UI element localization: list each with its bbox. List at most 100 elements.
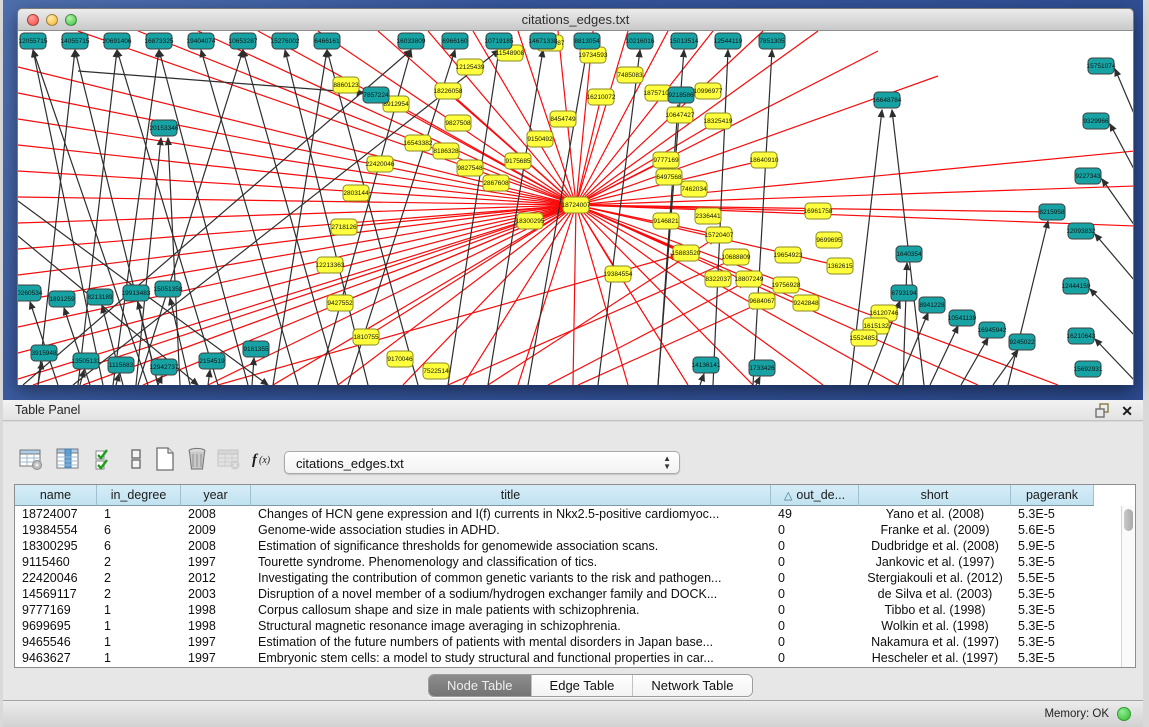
graph-node[interactable]: 15276002 xyxy=(271,33,300,49)
graph-node[interactable]: 15692931 xyxy=(1074,361,1103,377)
table-row[interactable]: 2242004622012Investigating the contribut… xyxy=(15,570,1121,586)
graph-node[interactable]: 18724007 xyxy=(562,197,591,213)
graph-node[interactable]: 9150492 xyxy=(527,131,553,147)
table-row[interactable]: 1938455462009Genome-wide association stu… xyxy=(15,522,1121,538)
graph-node[interactable]: 16210072 xyxy=(587,89,616,105)
column-header-pagerank[interactable]: pagerank xyxy=(1011,485,1094,506)
graph-node[interactable]: 18325419 xyxy=(704,113,733,129)
column-header-out_de[interactable]: △out_de... xyxy=(771,485,859,506)
graph-node[interactable]: 16210643 xyxy=(1067,328,1096,344)
create-table-icon[interactable] xyxy=(151,445,179,473)
graph-node[interactable]: 18300295 xyxy=(516,213,545,229)
graph-node[interactable]: 7851305 xyxy=(759,33,785,49)
graph-node[interactable]: 15883520 xyxy=(672,245,701,261)
graph-node[interactable]: 10996977 xyxy=(694,83,723,99)
graph-node[interactable]: 16543382 xyxy=(404,135,433,151)
table-scrollbar[interactable] xyxy=(1121,506,1135,667)
graph-node[interactable]: 9329966 xyxy=(1083,113,1109,129)
graph-node[interactable]: 2803144 xyxy=(343,185,369,201)
column-header-short[interactable]: short xyxy=(859,485,1011,506)
tab-node-table[interactable]: Node Table xyxy=(429,675,532,696)
graph-node[interactable]: 1115683 xyxy=(108,357,134,373)
graph-node[interactable]: 6966160 xyxy=(442,33,468,49)
graph-node[interactable]: 16945942 xyxy=(978,322,1007,338)
graph-node[interactable]: 18640910 xyxy=(750,152,779,168)
graph-node[interactable]: 16033809 xyxy=(397,33,426,49)
graph-node[interactable]: 16873325 xyxy=(145,33,174,49)
graph-node[interactable]: 16648784 xyxy=(873,92,902,108)
graph-node[interactable]: 1640354 xyxy=(896,246,922,262)
graph-node[interactable]: 8941228 xyxy=(919,297,945,313)
graph-node[interactable]: 9245022 xyxy=(1009,334,1035,350)
graph-node[interactable]: 20691406 xyxy=(103,33,132,49)
graph-node[interactable]: 12125439 xyxy=(456,59,485,75)
graph-node[interactable]: 14671338 xyxy=(529,33,558,49)
citation-network-graph[interactable]: 1872400718300295193845541621007297771696… xyxy=(18,31,1134,385)
graph-node[interactable]: 1891259 xyxy=(49,291,75,307)
graph-node[interactable]: 9242848 xyxy=(793,295,819,311)
table-row[interactable]: 946362711997Embryonic stem cells: a mode… xyxy=(15,650,1121,666)
graph-node[interactable]: 7485083 xyxy=(617,67,643,83)
table-row[interactable]: 911546021997Tourette syndrome. Phenomeno… xyxy=(15,554,1121,570)
delete-column-icon[interactable] xyxy=(215,445,243,473)
graph-node[interactable]: 14136141 xyxy=(692,357,721,373)
graph-node[interactable]: 9170046 xyxy=(387,351,413,367)
table-row[interactable]: 1830029562008Estimation of significance … xyxy=(15,538,1121,554)
graph-node[interactable]: 6497568 xyxy=(656,169,682,185)
select-all-icon[interactable] xyxy=(91,445,119,473)
tab-network-table[interactable]: Network Table xyxy=(633,675,751,696)
table-mode-icon[interactable] xyxy=(17,445,45,473)
graph-node[interactable]: 9427552 xyxy=(327,295,353,311)
graph-node[interactable]: 2718126 xyxy=(331,219,357,235)
graph-node[interactable]: 10647427 xyxy=(666,107,695,123)
graph-node[interactable]: 12942737 xyxy=(150,359,179,375)
panel-splitter-handle[interactable] xyxy=(569,392,585,398)
graph-node[interactable]: 10653287 xyxy=(229,33,258,49)
graph-node[interactable]: 9699695 xyxy=(816,232,842,248)
graph-node[interactable]: 10541139 xyxy=(948,310,977,326)
graph-node[interactable]: 8186328 xyxy=(433,143,459,159)
show-columns-icon[interactable] xyxy=(54,445,82,473)
graph-node[interactable]: 7462034 xyxy=(681,181,707,197)
graph-node[interactable]: 15013514 xyxy=(670,33,699,49)
graph-node[interactable]: 2154519 xyxy=(199,353,225,369)
graph-node[interactable]: 10719185 xyxy=(485,33,514,49)
graph-node[interactable]: 12055715 xyxy=(19,33,48,49)
graph-node[interactable]: 15720407 xyxy=(705,227,734,243)
graph-node[interactable]: 1362615 xyxy=(827,258,853,274)
table-selector-dropdown[interactable]: citations_edges.txt ▲▼ xyxy=(284,451,680,474)
column-header-in_degree[interactable]: in_degree xyxy=(97,485,181,506)
graph-node[interactable]: 9227343 xyxy=(1075,168,1101,184)
table-row[interactable]: 1872400712008Changes of HCN gene express… xyxy=(15,506,1121,522)
column-header-title[interactable]: title xyxy=(251,485,771,506)
tab-edge-table[interactable]: Edge Table xyxy=(532,675,634,696)
graph-node[interactable]: 9175685 xyxy=(505,153,531,169)
graph-node[interactable]: 9777169 xyxy=(653,152,679,168)
graph-node[interactable]: 2336441 xyxy=(695,208,721,224)
graph-node[interactable]: 12213363 xyxy=(316,257,345,273)
graph-node[interactable]: 9146821 xyxy=(653,213,679,229)
graph-node[interactable]: 12093832 xyxy=(1067,223,1096,239)
graph-node[interactable]: 9827508 xyxy=(445,115,471,131)
network-canvas[interactable]: 1872400718300295193845541621007297771696… xyxy=(17,31,1134,385)
graph-node[interactable]: 18226058 xyxy=(434,83,463,99)
graph-node[interactable]: 8213189 xyxy=(87,289,113,305)
node-table[interactable]: namein_degreeyeartitle△out_de...shortpag… xyxy=(14,484,1136,668)
network-view-window[interactable]: citations_edges.txt 18724007183002951938… xyxy=(17,8,1134,385)
network-window-titlebar[interactable]: citations_edges.txt xyxy=(17,8,1134,31)
graph-node[interactable]: 18807249 xyxy=(735,271,764,287)
graph-node[interactable]: 13505131 xyxy=(72,353,101,369)
graph-node[interactable]: 8454749 xyxy=(550,111,576,127)
graph-node[interactable]: 6793194 xyxy=(891,285,917,301)
column-header-year[interactable]: year xyxy=(181,485,251,506)
graph-node[interactable]: 2867608 xyxy=(483,175,509,191)
close-panel-icon[interactable]: ✕ xyxy=(1121,403,1133,419)
float-panel-icon[interactable] xyxy=(1094,402,1111,419)
table-row[interactable]: 977716911998Corpus callosum shape and si… xyxy=(15,602,1121,618)
column-header-name[interactable]: name xyxy=(15,485,97,506)
graph-node[interactable]: 20153346 xyxy=(150,120,179,136)
graph-node[interactable]: 14055715 xyxy=(61,33,90,49)
graph-node[interactable]: 7522514 xyxy=(423,363,449,379)
table-row[interactable]: 1456911722003Disruption of a novel membe… xyxy=(15,586,1121,602)
graph-node[interactable]: 9161355 xyxy=(243,341,269,357)
